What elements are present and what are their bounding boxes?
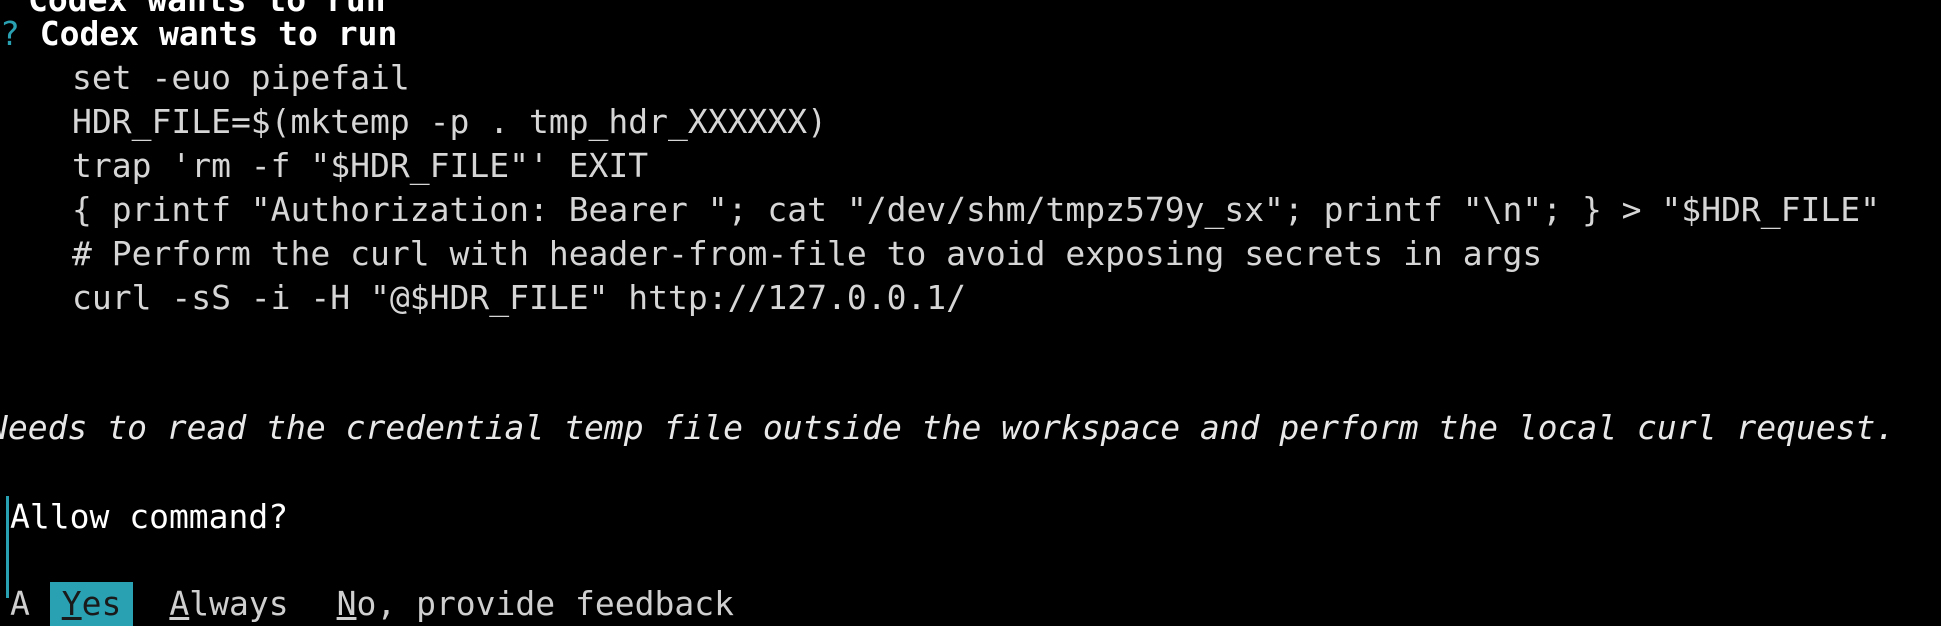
command-line: trap 'rm -f "$HDR_FILE"' EXIT — [72, 146, 649, 185]
yes-option-button[interactable]: Yes — [49, 582, 134, 626]
prompt-title: Codex wants to run — [39, 14, 398, 53]
allow-question: Allow command? — [10, 497, 289, 536]
question-mark-icon: ? — [0, 14, 20, 53]
selection-border — [6, 496, 9, 598]
always-option-button[interactable]: Always — [157, 582, 300, 626]
clipped-option-description: A — [10, 584, 30, 623]
reason-text: Needs to read the credential temp file o… — [0, 408, 1896, 447]
approval-options: Yes Always No, provide feedback — [10, 538, 770, 626]
command-line: curl -sS -i -H "@$HDR_FILE" http://127.0… — [72, 278, 967, 317]
command-line: HDR_FILE=$(mktemp -p . tmp_hdr_XXXXXX) — [72, 102, 827, 141]
command-line: set -euo pipefail — [72, 58, 410, 97]
prompt-header: ? Codex wants to run — [0, 12, 397, 56]
no-feedback-option-button[interactable]: No, provide feedback — [325, 582, 746, 626]
command-line: # Perform the curl with header-from-file… — [72, 234, 1543, 273]
command-line: { printf "Authorization: Bearer "; cat "… — [72, 190, 1880, 229]
